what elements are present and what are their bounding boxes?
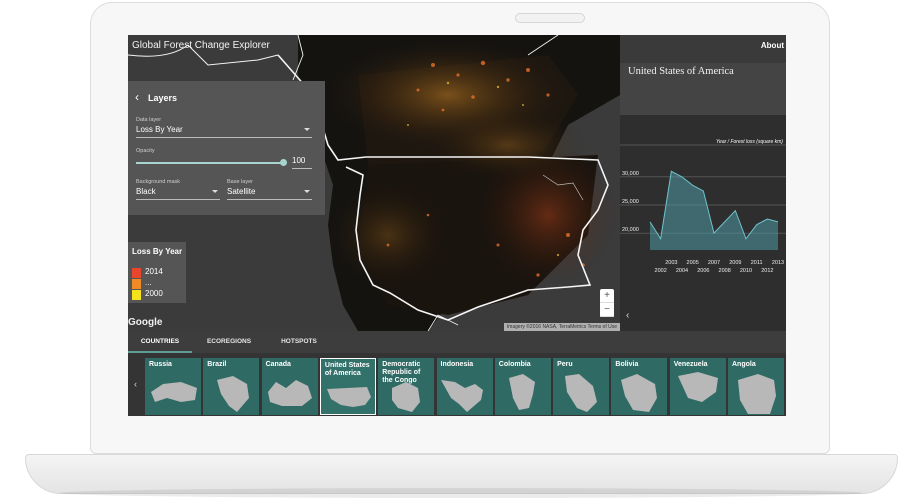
legend-swatch bbox=[132, 290, 141, 300]
data-layer-value: Loss By Year bbox=[136, 125, 183, 134]
x-tick-label: 2002 bbox=[655, 268, 667, 274]
country-card[interactable]: Colombia bbox=[494, 358, 551, 415]
legend-swatch bbox=[132, 268, 141, 278]
tab-hotspots[interactable]: HOTSPOTS bbox=[268, 331, 330, 353]
zoom-out-button[interactable]: − bbox=[600, 303, 614, 317]
legend-swatch bbox=[132, 279, 141, 289]
country-card-label: Peru bbox=[557, 361, 573, 368]
country-card[interactable]: Brazil bbox=[203, 358, 260, 415]
zoom-controls: + − bbox=[600, 289, 614, 317]
chevron-down-icon bbox=[304, 190, 310, 193]
opacity-label: Opacity bbox=[136, 148, 155, 154]
x-tick-label: 2011 bbox=[751, 260, 763, 266]
country-card-label: Brazil bbox=[207, 361, 227, 368]
opacity-slider[interactable] bbox=[136, 159, 287, 166]
background-mask-select[interactable]: Black bbox=[136, 187, 220, 200]
opacity-slider-thumb[interactable] bbox=[280, 159, 287, 166]
back-chevron-icon[interactable]: ‹ bbox=[626, 310, 629, 321]
base-layer-value: Satellite bbox=[227, 187, 256, 196]
layers-header: Layers bbox=[148, 93, 178, 103]
country-card[interactable]: Angola bbox=[728, 358, 784, 415]
x-tick-label: 2006 bbox=[697, 268, 709, 274]
opacity-input[interactable]: 100 bbox=[292, 156, 312, 169]
app-title: Global Forest Change Explorer bbox=[132, 40, 270, 51]
forest-loss-chart: 30,000 25,000 20,000 2003 2005 2007 2009 2011 20… bbox=[620, 144, 786, 274]
tab-countries[interactable]: COUNTRIES bbox=[128, 331, 192, 353]
back-chevron-icon[interactable]: ‹ bbox=[135, 90, 139, 104]
data-layer-select[interactable]: Loss By Year bbox=[136, 125, 312, 138]
country-card-label: Russia bbox=[149, 361, 172, 368]
country-detail-panel: About United States of America Year / Fo… bbox=[620, 35, 786, 331]
country-card[interactable]: Canada bbox=[261, 358, 318, 415]
map-attribution[interactable]: Imagery ©2016 NASA, TerraMetrics Terms o… bbox=[503, 323, 620, 331]
x-tick-label: 2004 bbox=[676, 268, 688, 274]
country-card-label: Bolivia bbox=[615, 361, 639, 368]
y-tick-label: 25,000 bbox=[622, 199, 639, 205]
base-layer-label: Base layer bbox=[227, 179, 253, 185]
about-link[interactable]: About bbox=[761, 41, 784, 50]
x-tick-label: 2005 bbox=[687, 260, 699, 266]
layers-panel: ‹ Layers Data layer Loss By Year Opacity… bbox=[128, 81, 325, 215]
app-screen: Global Forest Change Explorer Google Ima… bbox=[128, 35, 786, 416]
country-card[interactable]: Russia bbox=[145, 358, 201, 415]
carousel-left-arrow-icon[interactable]: ‹ bbox=[128, 353, 143, 416]
tab-ecoregions[interactable]: ECOREGIONS bbox=[196, 331, 262, 353]
chevron-down-icon bbox=[304, 128, 310, 131]
country-card[interactable]: Democratic Republic of the Congo bbox=[378, 358, 435, 415]
camera-notch bbox=[515, 13, 585, 23]
zoom-in-button[interactable]: + bbox=[600, 289, 614, 303]
x-tick-label: 2008 bbox=[719, 268, 731, 274]
y-tick-label: 20,000 bbox=[622, 227, 639, 233]
region-browser: COUNTRIES ECOREGIONS HOTSPOTS ‹ Russia Br… bbox=[128, 331, 786, 416]
legend-item: 2000 bbox=[132, 289, 186, 300]
legend-item-label: 2000 bbox=[145, 289, 163, 298]
country-card-label: Democratic Republic of the Congo bbox=[382, 361, 421, 384]
country-card-label: Colombia bbox=[498, 361, 531, 368]
country-card-label: United States of America bbox=[324, 362, 370, 377]
google-logo: Google bbox=[128, 317, 163, 328]
legend-item-label: 2014 bbox=[145, 267, 163, 276]
laptop-shadow bbox=[60, 488, 863, 498]
x-tick-label: 2012 bbox=[761, 268, 773, 274]
loss-legend: Loss By Year 2014 ... 2000 bbox=[128, 242, 186, 303]
x-tick-label: 2009 bbox=[729, 260, 741, 266]
chevron-down-icon bbox=[212, 190, 218, 193]
region-tabs: COUNTRIES ECOREGIONS HOTSPOTS bbox=[128, 331, 786, 353]
country-card-label: Angola bbox=[732, 361, 756, 368]
opacity-value: 100 bbox=[292, 156, 306, 165]
x-tick-label: 2003 bbox=[665, 260, 677, 266]
country-card[interactable]: United States of America bbox=[319, 358, 376, 415]
country-card-label: Canada bbox=[265, 361, 291, 368]
y-tick-label: 30,000 bbox=[622, 171, 639, 177]
legend-item: 2014 bbox=[132, 267, 186, 278]
country-carousel: ‹ Russia Brazil Canada United States of Ame… bbox=[128, 353, 786, 416]
country-card-label: Indonesia bbox=[440, 361, 474, 368]
country-card[interactable]: Indonesia bbox=[436, 358, 493, 415]
legend-item: ... bbox=[132, 278, 186, 289]
country-card-label: Venezuela bbox=[673, 361, 708, 368]
top-bar: About bbox=[620, 35, 786, 63]
legend-title: Loss By Year bbox=[132, 247, 183, 256]
country-card[interactable]: Venezuela bbox=[669, 358, 726, 415]
legend-item-label: ... bbox=[145, 278, 152, 287]
background-mask-label: Background mask bbox=[136, 179, 181, 185]
data-layer-label: Data layer bbox=[136, 117, 162, 123]
country-card[interactable]: Peru bbox=[553, 358, 610, 415]
country-title: United States of America bbox=[628, 66, 734, 77]
x-tick-label: 2010 bbox=[740, 268, 752, 274]
base-layer-select[interactable]: Satellite bbox=[227, 187, 312, 200]
country-card[interactable]: Bolivia bbox=[611, 358, 668, 415]
x-tick-label: 2013 bbox=[772, 260, 784, 266]
x-tick-label: 2007 bbox=[708, 260, 720, 266]
background-mask-value: Black bbox=[136, 187, 156, 196]
